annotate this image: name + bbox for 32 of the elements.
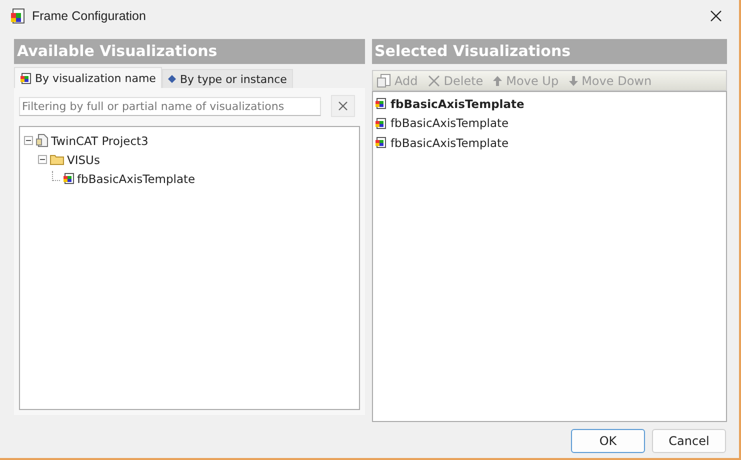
list-item[interactable]: fbBasicAxisTemplate	[390, 116, 509, 130]
app-icon	[10, 8, 26, 24]
visualization-icon	[20, 72, 31, 84]
add-document-icon	[376, 74, 390, 88]
visualization-icon	[63, 173, 74, 184]
delete-icon	[428, 74, 440, 86]
collapse-toggle[interactable]	[38, 155, 47, 164]
close-icon	[710, 10, 722, 22]
list-item[interactable]: fbBasicAxisTemplate	[390, 136, 509, 150]
close-icon	[338, 101, 348, 111]
tree-item[interactable]: TwinCAT Project3	[51, 134, 148, 148]
folder-icon	[50, 154, 64, 165]
list-item[interactable]: fbBasicAxisTemplate	[390, 96, 524, 111]
panel-header: Available Visualizations	[14, 39, 364, 64]
dialog-button[interactable]: OK	[571, 429, 645, 453]
tab[interactable]: By visualization name	[14, 67, 162, 88]
tree-item[interactable]: VISUs	[67, 152, 100, 166]
panel-header: Selected Visualizations	[372, 39, 727, 64]
dialog-button[interactable]: Cancel	[652, 429, 726, 453]
filter-field[interactable]: Filtering by full or partial name of visualizations	[19, 96, 321, 116]
visualization-icon	[374, 118, 386, 129]
clear-button[interactable]	[331, 95, 355, 117]
visualization-icon	[374, 137, 386, 148]
diamond-icon	[168, 75, 176, 83]
arrow-up-icon	[493, 76, 502, 86]
collapse-toggle[interactable]	[24, 136, 33, 145]
arrow-down-icon	[568, 76, 578, 86]
tree-item[interactable]: fbBasicAxisTemplate	[77, 172, 196, 186]
tab[interactable]: By type or instance	[162, 69, 293, 88]
window-title: Frame Configuration	[32, 9, 146, 23]
document-icon	[36, 134, 48, 147]
visualization-icon	[374, 98, 386, 110]
